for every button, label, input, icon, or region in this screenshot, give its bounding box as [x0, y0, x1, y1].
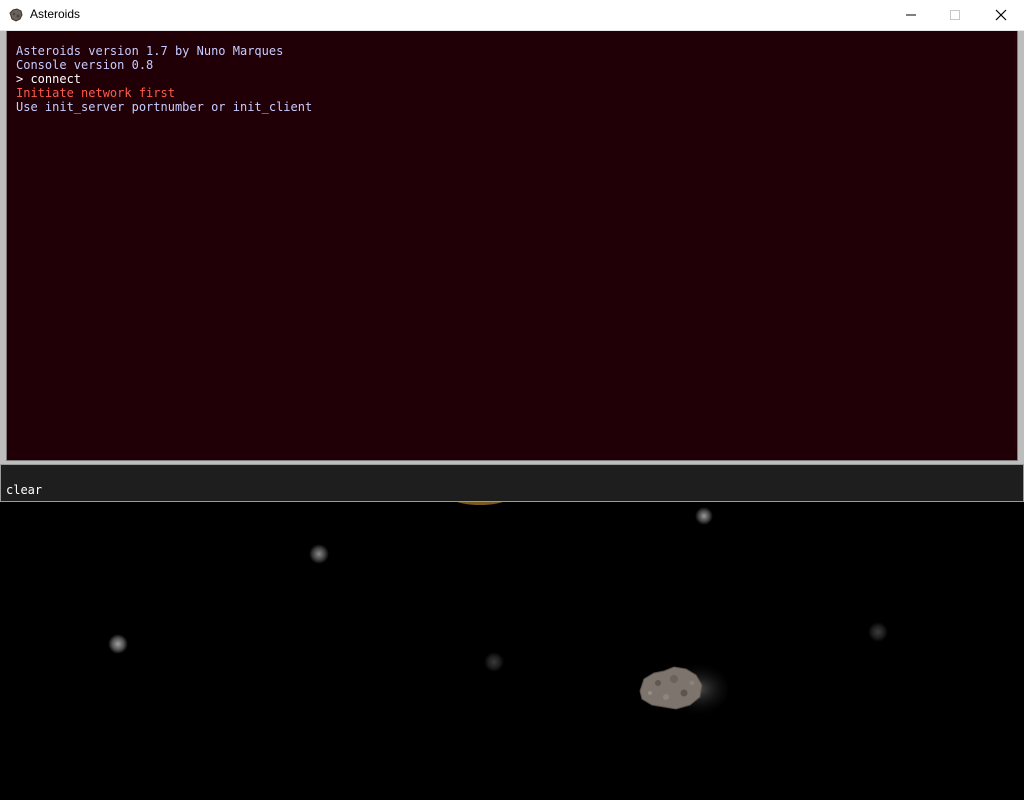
- console-output: Asteroids version 1.7 by Nuno Marques Co…: [6, 31, 1018, 461]
- star-icon: [484, 652, 504, 672]
- console-panel: Asteroids version 1.7 by Nuno Marques Co…: [0, 31, 1024, 464]
- minimize-icon: [906, 14, 916, 16]
- maximize-button[interactable]: [932, 0, 978, 30]
- maximize-icon: [950, 10, 960, 20]
- star-icon: [108, 634, 128, 654]
- asteroid-app-icon: [9, 8, 23, 22]
- close-button[interactable]: [978, 0, 1024, 30]
- star-icon: [868, 622, 888, 642]
- star-icon: [695, 507, 713, 525]
- title-bar[interactable]: Asteroids: [0, 0, 1024, 31]
- console-input[interactable]: [0, 464, 1024, 502]
- star-icon: [309, 544, 329, 564]
- close-icon: [995, 9, 1007, 21]
- minimize-button[interactable]: [888, 0, 934, 30]
- console-line: > connect: [16, 72, 82, 86]
- console-line: Console version 0.8: [16, 58, 154, 72]
- window-title: Asteroids: [30, 7, 81, 21]
- console-error-line: Initiate network first: [16, 86, 175, 100]
- game-window: Asteroids Asteroids version 1.7 by Nuno …: [0, 0, 1024, 800]
- asteroid-icon: [639, 661, 728, 717]
- console-line: Asteroids version 1.7 by Nuno Marques: [16, 44, 284, 58]
- console-line: Use init_server portnumber or init_clien…: [16, 100, 313, 114]
